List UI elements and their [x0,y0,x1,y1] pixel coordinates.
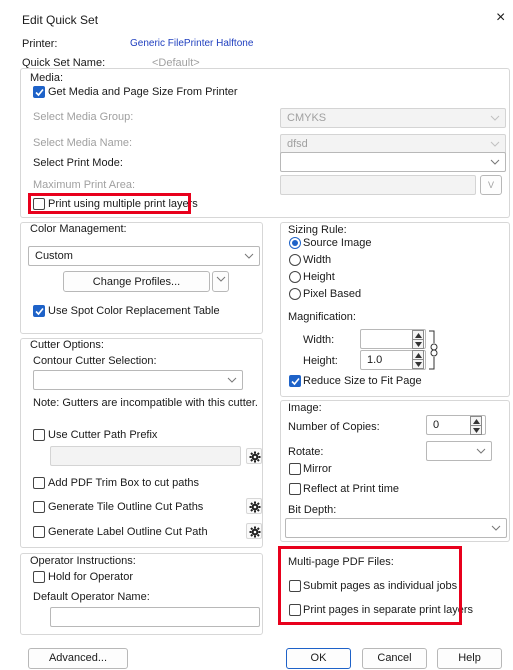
operator-group-label: Operator Instructions: [30,555,136,567]
chevron-down-icon [227,374,237,386]
color-management-select[interactable]: Custom [28,246,260,266]
sizing-rule-label: Sizing Rule: [288,224,347,236]
spot-color-label: Use Spot Color Replacement Table [48,305,220,317]
cutter-prefix-gear-button[interactable] [246,448,262,464]
max-area-field[interactable] [280,175,476,195]
cutter-prefix-field[interactable] [50,446,241,466]
tile-outline-checkbox[interactable] [33,501,45,513]
change-profiles-button[interactable]: Change Profiles... [63,271,210,292]
rotate-select[interactable] [426,441,492,461]
radio-width[interactable] [289,254,301,266]
hold-operator-label: Hold for Operator [48,571,133,583]
printer-value: Generic FilePrinter Halftone [130,38,254,49]
gear-icon [249,526,261,538]
tile-outline-gear-button[interactable] [246,498,262,514]
operator-name-label: Default Operator Name: [33,591,150,603]
radio-height-label: Height [303,271,335,283]
pdf-trim-checkbox[interactable] [33,477,45,489]
radio-source-image-label: Source Image [303,237,372,249]
mag-height-down[interactable] [412,359,424,369]
operator-name-field[interactable] [50,607,260,627]
mag-width-down[interactable] [412,339,424,349]
help-button[interactable]: Help [437,648,502,669]
close-button[interactable]: × [496,9,510,26]
reflect-checkbox[interactable] [289,483,301,495]
copies-label: Number of Copies: [288,421,380,433]
label-outline-checkbox[interactable] [33,526,45,538]
color-management-label: Color Management: [30,223,127,235]
advanced-button[interactable]: Advanced... [28,648,128,669]
magnification-label: Magnification: [288,311,356,323]
copies-down[interactable] [470,425,482,435]
chevron-down-icon [490,156,500,168]
printer-label: Printer: [22,38,58,50]
radio-source-image[interactable] [289,237,301,249]
media-group-select[interactable]: CMYKS [280,108,506,128]
gear-icon [249,501,261,513]
chevron-down-icon [476,445,486,457]
radio-pixel-based-label: Pixel Based [303,288,362,300]
radio-width-label: Width [303,254,332,266]
mag-width-label: Width: [303,334,335,346]
chevron-down-icon [490,112,500,124]
chevron-down-icon [216,276,225,282]
cutter-options-label: Cutter Options: [30,339,104,351]
radio-pixel-based[interactable] [289,288,301,300]
chevron-down-icon [244,250,254,262]
chevron-down-icon [491,522,501,534]
label-outline-label: Generate Label Outline Cut Path [48,526,208,538]
label-outline-gear-button[interactable] [246,523,262,539]
hold-operator-checkbox[interactable] [33,571,45,583]
rotate-label: Rotate: [288,446,324,458]
arrow-up-icon [415,333,422,338]
image-group-label: Image: [288,402,322,414]
tile-outline-label: Generate Tile Outline Cut Paths [48,501,204,513]
arrow-down-icon [415,362,422,367]
reduce-to-fit-label: Reduce Size to Fit Page [303,375,422,387]
contour-cutter-select[interactable] [33,370,243,390]
bit-depth-select[interactable] [285,518,507,538]
aspect-lock-link-icon[interactable] [428,330,442,370]
reflect-label: Reflect at Print time [303,483,399,495]
mirror-checkbox[interactable] [289,463,301,475]
cutter-prefix-label: Use Cutter Path Prefix [48,429,158,441]
arrow-down-icon [415,342,422,347]
arrow-down-icon [473,428,480,433]
get-media-label: Get Media and Page Size From Printer [48,86,238,98]
max-area-button[interactable]: V [480,175,502,195]
get-media-checkbox[interactable] [33,86,45,98]
arrow-up-icon [415,353,422,358]
max-area-label: Maximum Print Area: [33,179,136,191]
print-mode-select[interactable] [280,152,506,172]
chevron-down-icon [490,138,500,150]
cutter-note: Note: Gutters are incompatible with this… [33,397,258,409]
cancel-button[interactable]: Cancel [362,648,427,669]
print-mode-label: Select Print Mode: [33,157,123,169]
arrow-up-icon [473,419,480,424]
mag-height-label: Height: [303,355,338,367]
change-profiles-dropdown[interactable] [212,271,229,292]
cutter-prefix-checkbox[interactable] [33,429,45,441]
media-group-select-label: Select Media Group: [33,111,134,123]
mirror-label: Mirror [303,463,332,475]
ok-button[interactable]: OK [286,648,351,669]
media-name-select[interactable]: dfsd [280,134,506,154]
media-group-label: Media: [30,72,64,84]
pdf-trim-label: Add PDF Trim Box to cut paths [48,477,200,489]
bit-depth-label: Bit Depth: [288,504,337,516]
contour-cutter-label: Contour Cutter Selection: [33,355,157,367]
highlight-box-pdf [278,546,462,625]
media-name-select-label: Select Media Name: [33,137,133,149]
reduce-to-fit-checkbox[interactable] [289,375,301,387]
gear-icon [249,451,261,463]
dialog-title: Edit Quick Set [22,13,99,27]
spot-color-checkbox[interactable] [33,305,45,317]
radio-height[interactable] [289,271,301,283]
highlight-box-multi-layers [28,193,191,214]
